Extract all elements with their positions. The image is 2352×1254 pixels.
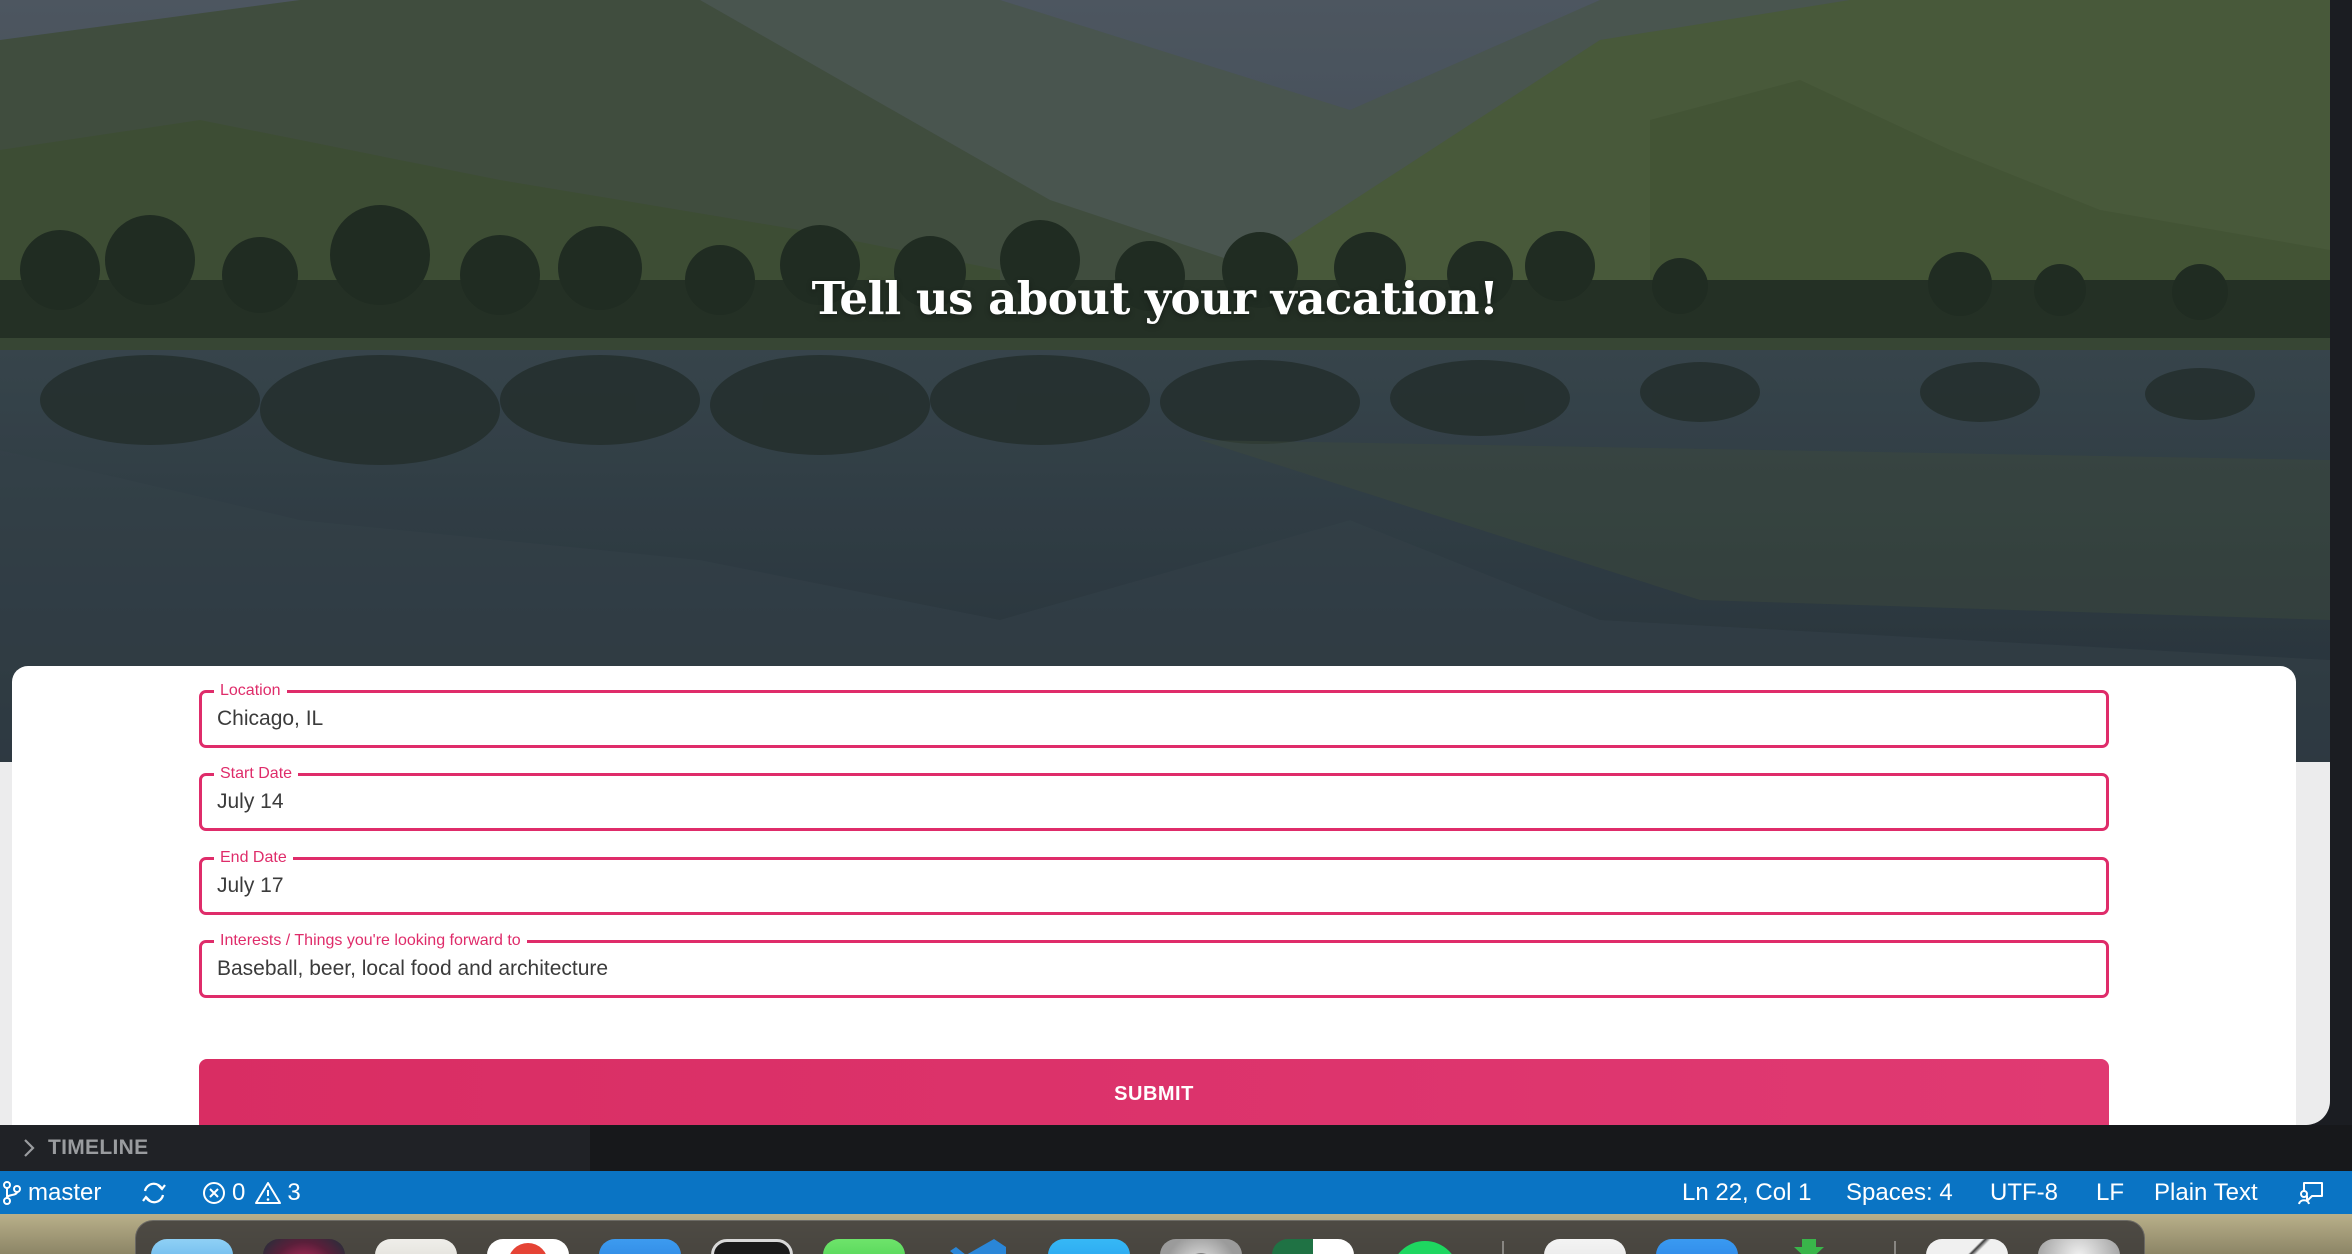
error-count: 0 bbox=[232, 1178, 246, 1206]
start-date-field[interactable]: Start Date bbox=[199, 764, 2109, 831]
problems-indicator[interactable]: 0 3 bbox=[202, 1171, 301, 1214]
submit-button[interactable]: SUBMIT bbox=[199, 1059, 2109, 1125]
excel-icon[interactable] bbox=[1272, 1239, 1354, 1254]
location-field[interactable]: Location bbox=[199, 681, 2109, 748]
messages-icon[interactable] bbox=[823, 1239, 905, 1254]
dock bbox=[135, 1220, 2145, 1254]
terminal-icon[interactable] bbox=[711, 1239, 793, 1254]
location-input[interactable] bbox=[217, 693, 2091, 745]
downloads-icon[interactable] bbox=[1768, 1239, 1850, 1254]
chrome-icon[interactable] bbox=[487, 1239, 569, 1254]
dock-separator-2 bbox=[1894, 1241, 1896, 1254]
warning-icon bbox=[255, 1181, 282, 1204]
page-title: Tell us about your vacation! bbox=[811, 272, 1499, 325]
timeline-panel-header[interactable]: TIMELINE bbox=[0, 1125, 590, 1171]
language-mode-label: Plain Text bbox=[2154, 1178, 2258, 1206]
interests-input[interactable] bbox=[217, 943, 2091, 995]
vscode-icon[interactable] bbox=[936, 1239, 1018, 1254]
eol-selector[interactable]: LF bbox=[2096, 1171, 2124, 1214]
indentation-label: Spaces: 4 bbox=[1846, 1178, 1953, 1206]
panel-area bbox=[590, 1125, 2352, 1171]
vacation-form: Location Start Date End Date Interests /… bbox=[12, 666, 2296, 1125]
error-icon bbox=[203, 1181, 225, 1204]
feedback-button[interactable] bbox=[2298, 1171, 2326, 1214]
cursor-position-label: Ln 22, Col 1 bbox=[1682, 1178, 1812, 1206]
trash-icon[interactable] bbox=[2038, 1239, 2120, 1254]
appstore-icon[interactable] bbox=[1048, 1239, 1130, 1254]
hero-banner: Tell us about your vacation! bbox=[0, 0, 2330, 762]
language-mode-selector[interactable]: Plain Text bbox=[2154, 1171, 2258, 1214]
end-date-input[interactable] bbox=[217, 860, 2091, 912]
branch-name: master bbox=[28, 1178, 102, 1206]
screenshot-icon[interactable] bbox=[1926, 1239, 2008, 1254]
eol-label: LF bbox=[2096, 1178, 2125, 1206]
indentation-selector[interactable]: Spaces: 4 bbox=[1846, 1171, 1953, 1214]
interests-field[interactable]: Interests / Things you're looking forwar… bbox=[199, 931, 2109, 998]
dock-separator bbox=[1502, 1241, 1504, 1254]
spotify-icon[interactable] bbox=[1384, 1239, 1466, 1254]
sync-button[interactable] bbox=[140, 1171, 168, 1214]
feedback-icon bbox=[2298, 1181, 2323, 1204]
browser-viewport: Tell us about your vacation! Location St… bbox=[0, 0, 2330, 1125]
preview-icon[interactable] bbox=[1544, 1239, 1626, 1254]
start-date-input[interactable] bbox=[217, 776, 2091, 828]
branch-indicator[interactable]: master bbox=[2, 1171, 101, 1214]
mail-icon[interactable] bbox=[1656, 1239, 1738, 1254]
timeline-label: TIMELINE bbox=[48, 1136, 149, 1159]
finder-icon[interactable] bbox=[151, 1239, 233, 1254]
sync-icon bbox=[142, 1182, 166, 1203]
notes-icon[interactable] bbox=[375, 1239, 457, 1254]
end-date-field[interactable]: End Date bbox=[199, 848, 2109, 915]
siri-icon[interactable] bbox=[263, 1239, 345, 1254]
warning-count: 3 bbox=[287, 1178, 301, 1206]
git-branch-icon bbox=[3, 1180, 21, 1205]
files-icon[interactable] bbox=[599, 1239, 681, 1254]
cursor-position[interactable]: Ln 22, Col 1 bbox=[1682, 1171, 1811, 1214]
settings-icon[interactable] bbox=[1160, 1239, 1242, 1254]
chevron-right-icon bbox=[24, 1139, 35, 1157]
status-bar: master 0 3 Ln 22, Col 1 Spaces: 4 UTF-8 … bbox=[0, 1171, 2352, 1214]
encoding-label: UTF-8 bbox=[1990, 1178, 2058, 1206]
lake-landscape-image bbox=[0, 0, 2330, 762]
encoding-selector[interactable]: UTF-8 bbox=[1990, 1171, 2058, 1214]
